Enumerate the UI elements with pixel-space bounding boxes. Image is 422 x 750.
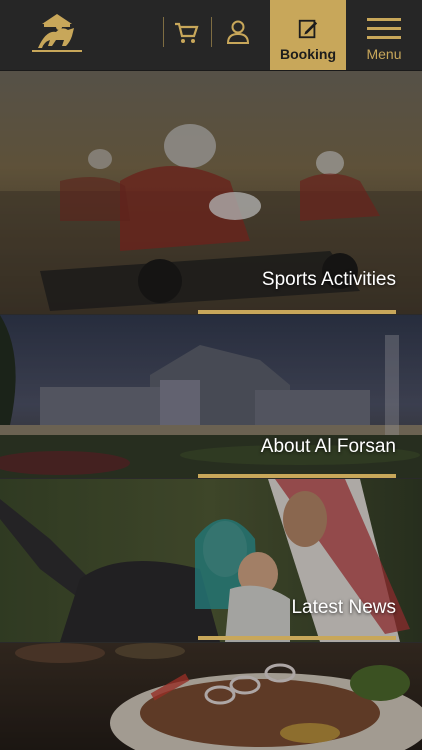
panel-underline — [198, 636, 396, 640]
header-divider — [211, 17, 212, 47]
latest-news-panel[interactable]: Latest News — [0, 479, 422, 642]
hamburger-icon — [367, 18, 401, 39]
panel-label: Latest News — [291, 597, 396, 618]
dining-panel[interactable] — [0, 643, 422, 750]
panel-label: About Al Forsan — [260, 436, 396, 457]
cart-icon[interactable] — [172, 18, 200, 46]
menu-label: Menu — [366, 46, 402, 62]
about-panel[interactable]: About Al Forsan — [0, 315, 422, 478]
app-header: Booking Menu — [0, 0, 422, 71]
header-divider — [163, 17, 164, 47]
panel-underline — [198, 474, 396, 478]
booking-label: Booking — [280, 46, 336, 62]
edit-icon — [298, 19, 318, 39]
panel-shade — [0, 643, 422, 750]
panel-underline — [198, 310, 396, 314]
booking-button[interactable]: Booking — [270, 0, 346, 70]
menu-button[interactable]: Menu — [346, 0, 422, 70]
horse-rider-logo[interactable] — [26, 8, 88, 56]
panel-label: Sports Activities — [261, 269, 396, 290]
user-icon[interactable] — [224, 18, 252, 46]
sports-activities-panel[interactable]: Sports Activities — [0, 71, 422, 314]
